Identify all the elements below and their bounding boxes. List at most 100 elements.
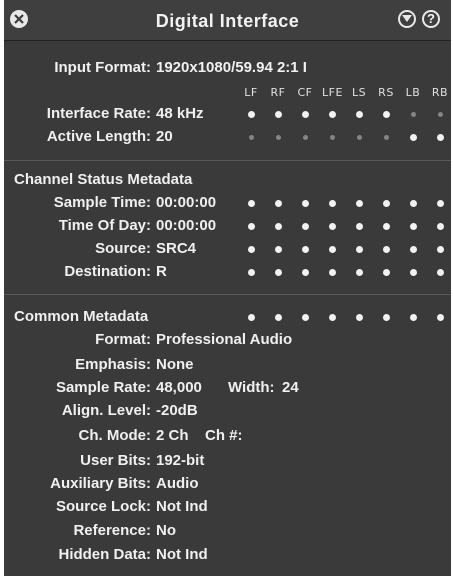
channel-label-lb: LB: [405, 86, 421, 99]
sample-time-value: 00:00:00: [156, 194, 217, 211]
indicator-dot-active-length-rs: [383, 134, 389, 140]
indicator-dot-common-metadata-cf: [301, 313, 309, 321]
indicator-dot-active-length-lb: [409, 133, 417, 141]
indicator-dot-interface-rate-rs: [382, 110, 390, 118]
hidden-data-label: Hidden Data:: [58, 546, 151, 563]
window-title: Digital Interface: [155, 11, 300, 31]
indicator-dot-active-length-ls: [356, 134, 362, 140]
indicator-dot-common-metadata-lfe: [328, 313, 336, 321]
ch-number-label: Ch #:: [205, 427, 243, 444]
format-value: Professional Audio: [156, 331, 293, 348]
input-format-label: Input Format:: [54, 59, 151, 76]
indicator-dot-interface-rate-rf: [274, 110, 282, 118]
chevron-down-circle-icon[interactable]: [398, 10, 416, 28]
indicator-dot-destination-ls: [355, 268, 363, 276]
destination-value: R: [156, 263, 167, 280]
align-level-value: -20dB: [156, 402, 198, 419]
source-lock-label: Source Lock:: [55, 498, 151, 515]
interface-rate-value: 48 kHz: [156, 105, 204, 122]
channel-label-rb: RB: [431, 86, 449, 99]
hidden-data-value: Not Ind: [156, 546, 208, 563]
indicator-dot-interface-rate-ls: [355, 110, 363, 118]
indicator-dot-destination-rf: [274, 268, 282, 276]
divider: [4, 160, 451, 161]
source-label: Source:: [95, 240, 151, 257]
indicator-dot-common-metadata-ls: [355, 313, 363, 321]
indicator-dot-sample-time-ls: [355, 199, 363, 207]
indicator-dot-sample-time-rs: [382, 199, 390, 207]
emphasis-label: Emphasis:: [75, 356, 151, 373]
user-bits-value: 192-bit: [156, 452, 205, 469]
indicator-dot-time-of-day-lfe: [328, 222, 336, 230]
indicator-dot-destination-rb: [436, 268, 444, 276]
indicator-dot-sample-time-rf: [274, 199, 282, 207]
indicator-dot-time-of-day-rb: [436, 222, 444, 230]
indicator-dot-source-lb: [409, 245, 417, 253]
interface-rate-label: Interface Rate:: [46, 105, 151, 122]
indicator-dot-common-metadata-rf: [274, 313, 282, 321]
indicator-dot-destination-lfe: [328, 268, 336, 276]
indicator-dot-destination-lb: [409, 268, 417, 276]
indicator-dot-destination-cf: [301, 268, 309, 276]
indicator-dot-interface-rate-lb: [410, 111, 416, 117]
indicator-dot-common-metadata-lf: [247, 313, 255, 321]
sample-time-label: Sample Time:: [53, 194, 151, 211]
indicator-dot-sample-time-lfe: [328, 199, 336, 207]
indicator-dot-active-length-lfe: [329, 134, 335, 140]
indicator-dot-active-length-lf: [248, 134, 254, 140]
ch-mode-value: 2 Ch: [156, 427, 189, 444]
width-value: 24: [282, 379, 299, 396]
indicator-dot-source-cf: [301, 245, 309, 253]
indicator-dot-interface-rate-lfe: [328, 110, 336, 118]
indicator-dot-source-rb: [436, 245, 444, 253]
indicator-dot-time-of-day-cf: [301, 222, 309, 230]
title-bar: Digital Interface ?: [4, 0, 451, 41]
user-bits-label: User Bits:: [80, 452, 151, 469]
indicator-dot-time-of-day-lf: [247, 222, 255, 230]
indicator-dot-source-ls: [355, 245, 363, 253]
reference-label: Reference:: [73, 522, 151, 539]
channel-label-lfe: LFE: [322, 86, 343, 99]
indicator-dot-sample-time-lf: [247, 199, 255, 207]
destination-label: Destination:: [64, 263, 151, 280]
indicator-dot-sample-time-lb: [409, 199, 417, 207]
indicator-dot-time-of-day-lb: [409, 222, 417, 230]
indicator-dot-interface-rate-cf: [301, 110, 309, 118]
indicator-dot-active-length-cf: [302, 134, 308, 140]
help-icon[interactable]: ?: [422, 10, 440, 28]
channel-label-cf: CF: [297, 86, 313, 99]
indicator-dot-time-of-day-ls: [355, 222, 363, 230]
indicator-dot-common-metadata-lb: [409, 313, 417, 321]
reference-value: No: [156, 522, 176, 539]
common-metadata-header: Common Metadata: [14, 308, 149, 325]
indicator-dot-source-rs: [382, 245, 390, 253]
indicator-dot-sample-time-rb: [436, 199, 444, 207]
ch-mode-label: Ch. Mode:: [78, 427, 152, 444]
divider: [4, 294, 451, 295]
source-value: SRC4: [156, 240, 197, 257]
indicator-dot-interface-rate-lf: [247, 110, 255, 118]
channel-label-rs: RS: [378, 86, 394, 99]
auxiliary-bits-value: Audio: [156, 475, 199, 492]
align-level-label: Align. Level:: [61, 402, 151, 419]
sample-rate-value: 48,000: [156, 379, 202, 396]
indicator-dot-source-lfe: [328, 245, 336, 253]
format-label: Format:: [95, 331, 151, 348]
indicator-dot-source-rf: [274, 245, 282, 253]
indicator-dot-active-length-rf: [275, 134, 281, 140]
channel-status-header: Channel Status Metadata: [14, 171, 193, 188]
time-of-day-value: 00:00:00: [156, 217, 217, 234]
indicator-dot-destination-rs: [382, 268, 390, 276]
active-length-label: Active Length:: [46, 128, 151, 145]
digital-interface-panel: Digital Interface ? Input Format: 1920x1…: [4, 0, 451, 576]
emphasis-value: None: [156, 356, 194, 373]
indicator-dot-common-metadata-rb: [436, 313, 444, 321]
indicator-dot-active-length-rb: [436, 133, 444, 141]
active-length-value: 20: [156, 128, 173, 145]
input-format-value: 1920x1080/59.94 2:1 I: [156, 59, 307, 76]
width-label: Width:: [228, 379, 275, 396]
auxiliary-bits-label: Auxiliary Bits:: [50, 475, 151, 492]
channel-label-ls: LS: [351, 86, 367, 99]
channel-label-lf: LF: [244, 86, 258, 99]
indicator-dot-interface-rate-rb: [437, 111, 443, 117]
